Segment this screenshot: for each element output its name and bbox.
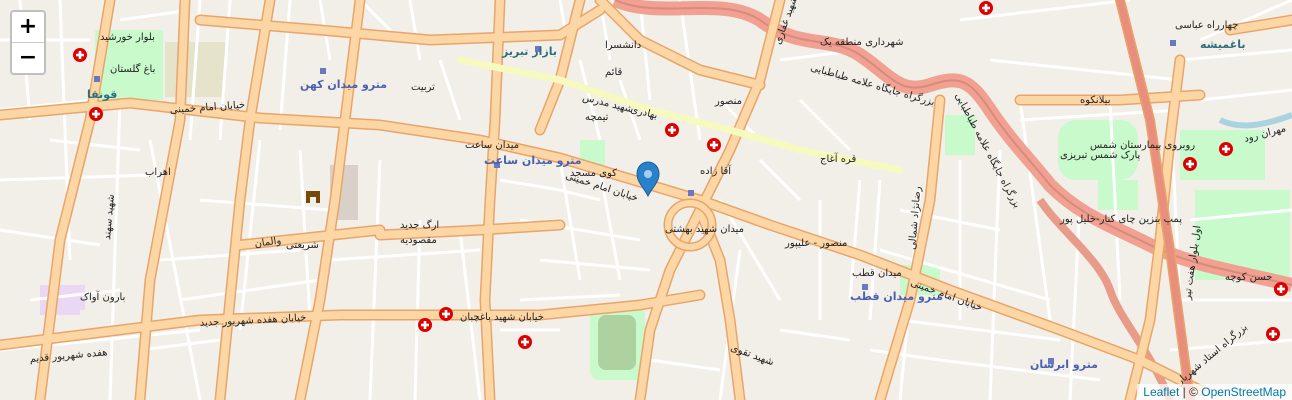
label-metro-meydan-kohne: مترو میدان کهن — [300, 78, 387, 91]
label-meydan-ghataat: میدان قطب — [852, 268, 902, 279]
label-haj-khalil: پمپ بنزین چای کنار-خلیل پور — [1059, 214, 1182, 225]
label-mansour-alilo: منصور - علیپور — [784, 238, 847, 249]
label-ahrab: اهراب — [145, 167, 171, 178]
label-tarbiat: تربیت — [411, 82, 435, 93]
label-shahrdari: شهرداری منطقه یک — [820, 37, 903, 48]
landmark-icon — [306, 191, 320, 203]
label-metro-meydan-saat: مترو میدان ساعت — [484, 154, 582, 167]
label-bolvar-abbasi: چهارراه عباسی — [1175, 20, 1238, 31]
label-bolvar-khorshid: بلوار خورشید — [100, 32, 155, 43]
label-shahid-sayah: تیمچه — [585, 112, 609, 123]
label-ghonqa: قونقا — [87, 88, 117, 101]
label-markazi: مقصودیه — [400, 235, 437, 246]
label-bazar-tabriz: بازار تبریز — [501, 45, 557, 58]
label-roozbeh: روبروی بیمارستان شمس — [1090, 140, 1195, 151]
label-bagh-golestan: باغ گلستان — [110, 63, 155, 75]
zoom-in-button[interactable]: + — [12, 12, 44, 43]
label-metro-abresan: مترو ابرسان — [1030, 358, 1098, 371]
label-menzour: منصور — [714, 96, 742, 107]
label-ghaem: قائم — [605, 67, 622, 78]
label-arg-jadid: ارگ جدید — [400, 218, 439, 231]
label-hasan-kuche: حسن کوچه — [1225, 272, 1272, 283]
openstreetmap-link[interactable]: OpenStreetMap — [1201, 385, 1286, 399]
label-danesh-sara: دانشسرا — [605, 40, 641, 51]
zoom-out-button[interactable]: − — [12, 43, 44, 73]
label-barun-avak: بارون آواک — [80, 290, 125, 303]
label-metro-meydan-ghataat: مترو میدان قطب — [850, 290, 943, 303]
label-aghbeyli: آقا زاده — [700, 164, 732, 177]
label-bagh-shams: پارک شمس تبریزی — [1060, 150, 1141, 161]
leaflet-link[interactable]: Leaflet — [1143, 385, 1179, 399]
label-shariati: شریعتی — [286, 240, 319, 251]
label-ghare-aghaj: قره آغاج — [820, 152, 856, 165]
label-meydan-saat: میدان ساعت — [465, 140, 519, 151]
label-hamid: کوی مسجد — [570, 168, 617, 179]
label-bagh-mishe: باغمیشه — [1200, 38, 1246, 51]
label-meydan-shahid-beheshti: میدان شهید بهشتی — [665, 224, 744, 235]
label-kh-shahid-baghjban: خیابان شهید باغچبان — [460, 312, 544, 323]
zoom-control: + − — [10, 10, 46, 75]
attribution-separator: | © — [1179, 385, 1202, 399]
map-canvas[interactable]: بلوار خورشید باغ گلستان قونقا بازار تبری… — [0, 0, 1292, 400]
attribution: Leaflet | © OpenStreetMap — [1137, 384, 1292, 400]
label-bilankoh: بیلانکوه — [1080, 95, 1110, 106]
